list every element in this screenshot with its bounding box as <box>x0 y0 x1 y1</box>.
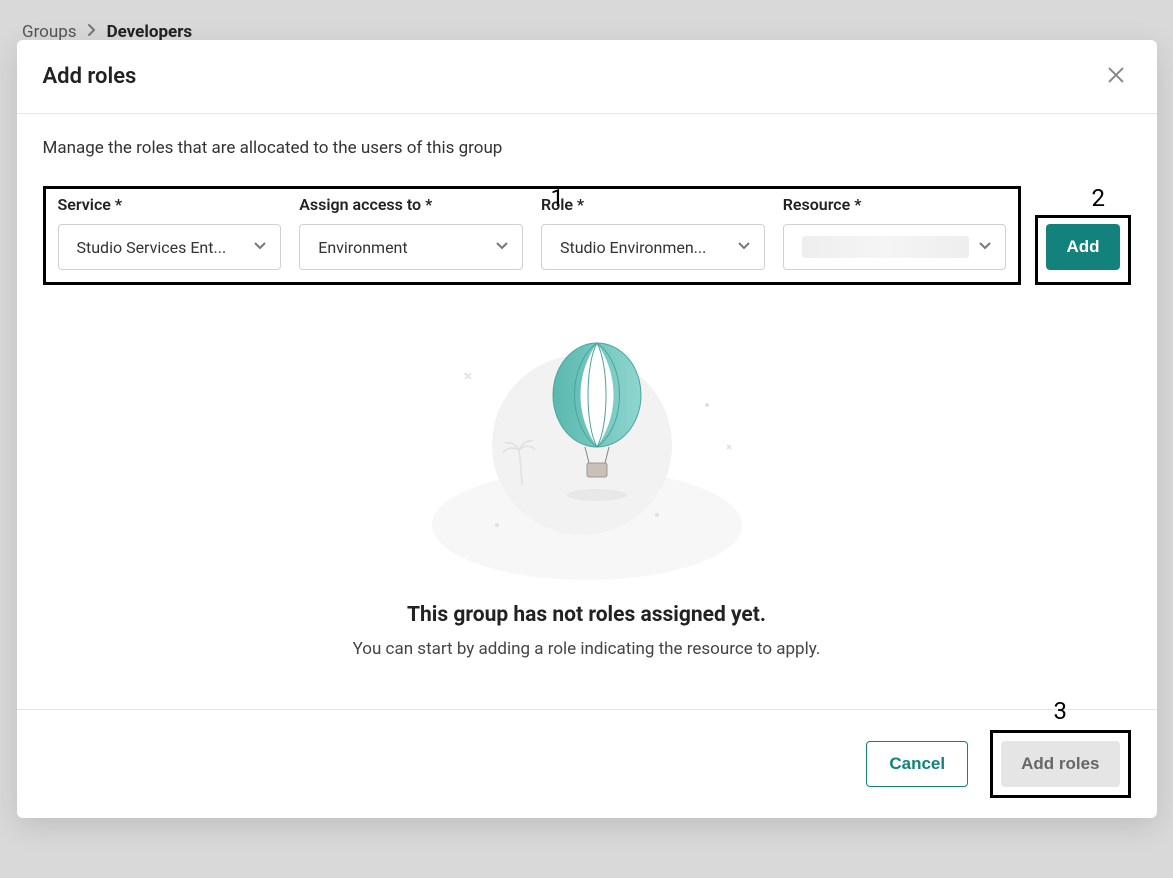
chevron-down-icon <box>252 237 268 257</box>
form-fields-group: Service * Studio Services Ent... Assign … <box>43 186 1022 285</box>
service-value: Studio Services Ent... <box>77 238 253 257</box>
service-label: Service * <box>58 195 282 214</box>
empty-state-text: You can start by adding a role indicatin… <box>353 639 821 659</box>
modal-subtitle: Manage the roles that are allocated to t… <box>43 138 1131 158</box>
empty-state: This group has not roles assigned yet. Y… <box>43 325 1131 659</box>
assign-select[interactable]: Environment <box>299 224 523 270</box>
add-roles-modal: Add roles Manage the roles that are allo… <box>17 40 1157 818</box>
close-button[interactable] <box>1101 60 1131 93</box>
resource-value <box>802 236 970 258</box>
add-roles-button[interactable]: Add roles <box>1001 741 1119 787</box>
modal-title: Add roles <box>43 64 137 89</box>
chevron-down-icon <box>977 237 993 257</box>
role-label: Role * <box>541 195 765 214</box>
chevron-down-icon <box>736 237 752 257</box>
role-value: Studio Environmen... <box>560 238 736 257</box>
resource-select[interactable] <box>783 224 1007 270</box>
annotation-1: 1 <box>551 184 565 212</box>
annotation-2: 2 <box>1092 184 1106 212</box>
empty-state-title: This group has not roles assigned yet. <box>407 603 766 627</box>
add-button[interactable]: Add <box>1046 224 1119 270</box>
assign-label: Assign access to * <box>299 195 523 214</box>
assign-value: Environment <box>318 238 494 257</box>
service-select[interactable]: Studio Services Ent... <box>58 224 282 270</box>
close-icon <box>1105 74 1127 89</box>
annotation-3: 3 <box>1054 697 1068 725</box>
resource-label: Resource * <box>783 195 1007 214</box>
empty-illustration <box>427 325 747 585</box>
add-roles-button-group: 3 Add roles <box>990 730 1130 798</box>
role-select[interactable]: Studio Environmen... <box>541 224 765 270</box>
cancel-button[interactable]: Cancel <box>866 741 968 787</box>
chevron-down-icon <box>494 237 510 257</box>
add-button-group: Add <box>1035 215 1130 285</box>
